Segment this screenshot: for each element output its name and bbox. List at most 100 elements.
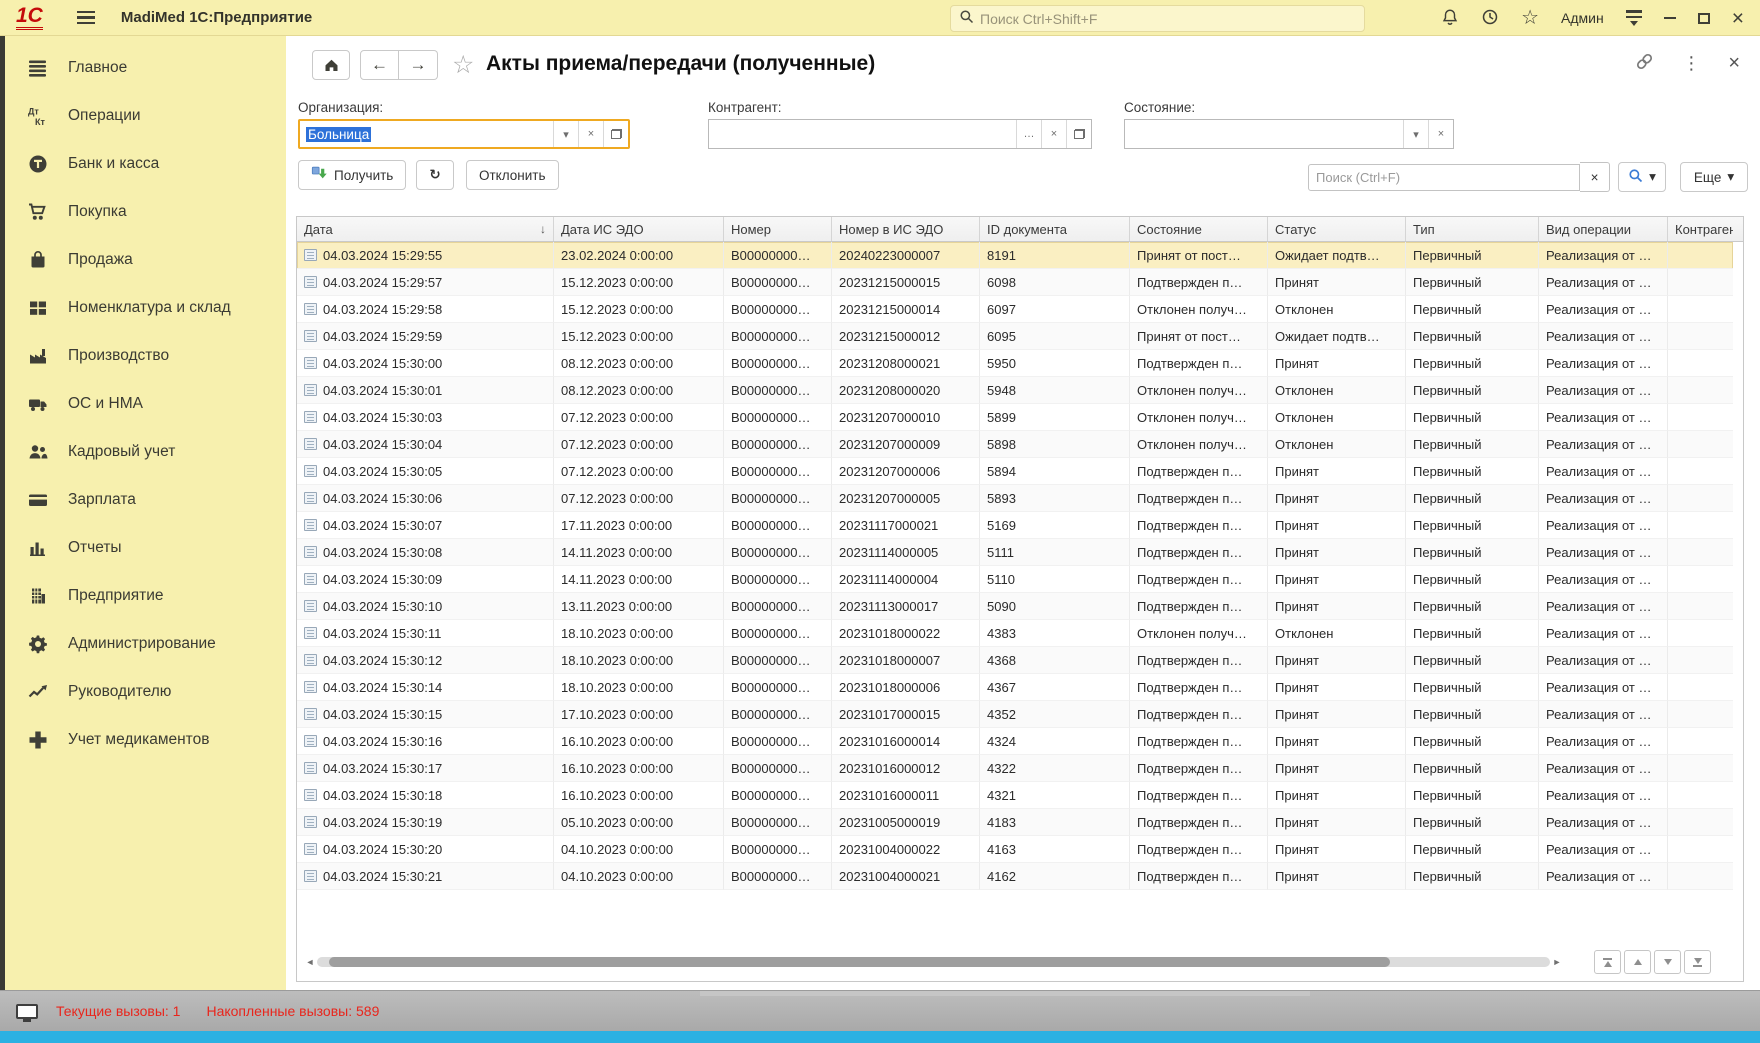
table-row[interactable]: 04.03.2024 15:30:0008.12.2023 0:00:00В00… bbox=[297, 350, 1733, 377]
table-row[interactable]: 04.03.2024 15:30:0108.12.2023 0:00:00В00… bbox=[297, 377, 1733, 404]
back-button[interactable]: ← bbox=[360, 50, 399, 80]
table-row[interactable]: 04.03.2024 15:29:5915.12.2023 0:00:00В00… bbox=[297, 323, 1733, 350]
contragent-input[interactable]: … × bbox=[708, 119, 1092, 149]
column-header-6[interactable]: Статус bbox=[1268, 217, 1406, 241]
sidebar-item-sale[interactable]: Продажа bbox=[5, 236, 286, 284]
column-header-9[interactable]: Контрагент bbox=[1668, 217, 1733, 241]
receive-button[interactable]: Получить bbox=[298, 160, 406, 190]
minimize-window-icon[interactable] bbox=[1664, 17, 1676, 19]
gear-icon bbox=[27, 634, 48, 655]
table-row[interactable]: 04.03.2024 15:29:5815.12.2023 0:00:00В00… bbox=[297, 296, 1733, 323]
service-menu-icon[interactable] bbox=[1626, 10, 1642, 25]
table-row[interactable]: 04.03.2024 15:30:1616.10.2023 0:00:00В00… bbox=[297, 728, 1733, 755]
table-row[interactable]: 04.03.2024 15:30:0607.12.2023 0:00:00В00… bbox=[297, 485, 1733, 512]
sidebar-item-main[interactable]: Главное bbox=[5, 44, 286, 92]
go-to-last-row-button[interactable] bbox=[1684, 950, 1711, 974]
document-icon bbox=[304, 465, 317, 477]
forward-button[interactable]: → bbox=[399, 50, 438, 80]
table-row[interactable]: 04.03.2024 15:29:5523.02.2024 0:00:00В00… bbox=[297, 242, 1733, 269]
table-row[interactable]: 04.03.2024 15:30:0814.11.2023 0:00:00В00… bbox=[297, 539, 1733, 566]
column-header-7[interactable]: Тип bbox=[1406, 217, 1539, 241]
contragent-clear-button[interactable]: × bbox=[1041, 120, 1066, 148]
scrollbar-thumb[interactable] bbox=[329, 957, 1389, 967]
table-row[interactable]: 04.03.2024 15:30:0914.11.2023 0:00:00В00… bbox=[297, 566, 1733, 593]
state-input[interactable]: ▾ × bbox=[1124, 119, 1454, 149]
more-actions-button[interactable]: Еще ▾ bbox=[1680, 162, 1748, 192]
organization-clear-button[interactable]: × bbox=[578, 121, 603, 147]
table-row[interactable]: 04.03.2024 15:30:0407.12.2023 0:00:00В00… bbox=[297, 431, 1733, 458]
sidebar-item-nomenclature-warehouse[interactable]: Номенклатура и склад bbox=[5, 284, 286, 332]
sidebar-item-salary[interactable]: Зарплата bbox=[5, 476, 286, 524]
table-row[interactable]: 04.03.2024 15:30:1418.10.2023 0:00:00В00… bbox=[297, 674, 1733, 701]
sidebar-item-purchase[interactable]: Покупка bbox=[5, 188, 286, 236]
sidebar-item-for-manager[interactable]: Руководителю bbox=[5, 668, 286, 716]
sidebar-item-fixed-assets[interactable]: ОС и НМА bbox=[5, 380, 286, 428]
table-row[interactable]: 04.03.2024 15:30:1716.10.2023 0:00:00В00… bbox=[297, 755, 1733, 782]
table-row[interactable]: 04.03.2024 15:30:1816.10.2023 0:00:00В00… bbox=[297, 782, 1733, 809]
sidebar-item-operations[interactable]: ДтКт Операции bbox=[5, 92, 286, 140]
go-to-first-row-button[interactable] bbox=[1594, 950, 1621, 974]
column-header-8[interactable]: Вид операции bbox=[1539, 217, 1668, 241]
status-bar: Текущие вызовы: 1 Накопленные вызовы: 58… bbox=[0, 990, 1760, 1031]
scroll-right-arrow[interactable]: ► bbox=[1550, 957, 1564, 967]
column-header-1[interactable]: Дата ИС ЭДО bbox=[554, 217, 724, 241]
decline-button[interactable]: Отклонить bbox=[466, 160, 559, 190]
column-header-4[interactable]: ID документа bbox=[980, 217, 1130, 241]
contragent-open-button[interactable] bbox=[1066, 120, 1091, 148]
list-search-field[interactable] bbox=[1308, 164, 1580, 191]
previous-row-button[interactable] bbox=[1624, 950, 1651, 974]
sidebar-item-production[interactable]: Производство bbox=[5, 332, 286, 380]
global-search-input[interactable] bbox=[980, 11, 1356, 27]
table-row[interactable]: 04.03.2024 15:29:5715.12.2023 0:00:00В00… bbox=[297, 269, 1733, 296]
column-header-0[interactable]: Дата↓ bbox=[297, 217, 554, 241]
next-row-button[interactable] bbox=[1654, 950, 1681, 974]
table-row[interactable]: 04.03.2024 15:30:1118.10.2023 0:00:00В00… bbox=[297, 620, 1733, 647]
close-form-icon[interactable]: × bbox=[1728, 53, 1740, 73]
sidebar-item-bank-cash[interactable]: Банк и касса bbox=[5, 140, 286, 188]
people-icon bbox=[27, 442, 48, 463]
state-dropdown-button[interactable]: ▾ bbox=[1403, 120, 1428, 148]
column-header-5[interactable]: Состояние bbox=[1130, 217, 1268, 241]
more-options-dots-icon[interactable]: ⋮ bbox=[1682, 54, 1700, 72]
table-row[interactable]: 04.03.2024 15:30:1517.10.2023 0:00:00В00… bbox=[297, 701, 1733, 728]
sidebar-item-hr-accounting[interactable]: Кадровый учет bbox=[5, 428, 286, 476]
close-window-icon[interactable]: × bbox=[1732, 8, 1744, 29]
state-clear-button[interactable]: × bbox=[1428, 120, 1453, 148]
global-search-field[interactable] bbox=[950, 5, 1365, 32]
list-search-button[interactable]: ▾ bbox=[1618, 162, 1666, 192]
notifications-bell-icon[interactable] bbox=[1441, 8, 1459, 29]
history-icon[interactable] bbox=[1481, 8, 1499, 29]
organization-dropdown-button[interactable]: ▾ bbox=[553, 121, 578, 147]
scroll-left-arrow[interactable]: ◄ bbox=[303, 957, 317, 967]
sidebar-item-reports[interactable]: Отчеты bbox=[5, 524, 286, 572]
maximize-window-icon[interactable] bbox=[1698, 13, 1710, 24]
server-calls-monitor-icon[interactable] bbox=[16, 1004, 38, 1019]
table-row[interactable]: 04.03.2024 15:30:1905.10.2023 0:00:00В00… bbox=[297, 809, 1733, 836]
sidebar-item-medication-accounting[interactable]: Учет медикаментов bbox=[5, 716, 286, 764]
sidebar-item-enterprise[interactable]: Предприятие bbox=[5, 572, 286, 620]
column-header-3[interactable]: Номер в ИС ЭДО bbox=[832, 217, 980, 241]
organization-input[interactable]: Больница ▾ × bbox=[298, 119, 630, 149]
table-row[interactable]: 04.03.2024 15:30:1218.10.2023 0:00:00В00… bbox=[297, 647, 1733, 674]
home-button[interactable] bbox=[312, 50, 350, 80]
table-row[interactable]: 04.03.2024 15:30:0307.12.2023 0:00:00В00… bbox=[297, 404, 1733, 431]
sidebar-item-label: Администрирование bbox=[68, 635, 216, 653]
sidebar-item-administration[interactable]: Администрирование bbox=[5, 620, 286, 668]
list-search-clear-button[interactable]: × bbox=[1580, 162, 1610, 192]
main-menu-icon[interactable] bbox=[77, 11, 95, 24]
list-search-input[interactable] bbox=[1316, 170, 1572, 185]
favorites-star-icon[interactable]: ☆ bbox=[1521, 8, 1539, 28]
get-link-icon[interactable] bbox=[1635, 52, 1654, 74]
horizontal-scrollbar[interactable] bbox=[317, 957, 1550, 967]
organization-open-button[interactable] bbox=[603, 121, 628, 147]
table-row[interactable]: 04.03.2024 15:30:1013.11.2023 0:00:00В00… bbox=[297, 593, 1733, 620]
refresh-button[interactable]: ↻ bbox=[416, 160, 454, 190]
table-row[interactable]: 04.03.2024 15:30:2104.10.2023 0:00:00В00… bbox=[297, 863, 1733, 890]
table-row[interactable]: 04.03.2024 15:30:2004.10.2023 0:00:00В00… bbox=[297, 836, 1733, 863]
table-row[interactable]: 04.03.2024 15:30:0507.12.2023 0:00:00В00… bbox=[297, 458, 1733, 485]
column-header-2[interactable]: Номер bbox=[724, 217, 832, 241]
current-user-label[interactable]: Админ bbox=[1561, 10, 1604, 26]
table-row[interactable]: 04.03.2024 15:30:0717.11.2023 0:00:00В00… bbox=[297, 512, 1733, 539]
add-to-favorites-star-icon[interactable]: ☆ bbox=[452, 50, 474, 80]
contragent-choose-button[interactable]: … bbox=[1016, 120, 1041, 148]
